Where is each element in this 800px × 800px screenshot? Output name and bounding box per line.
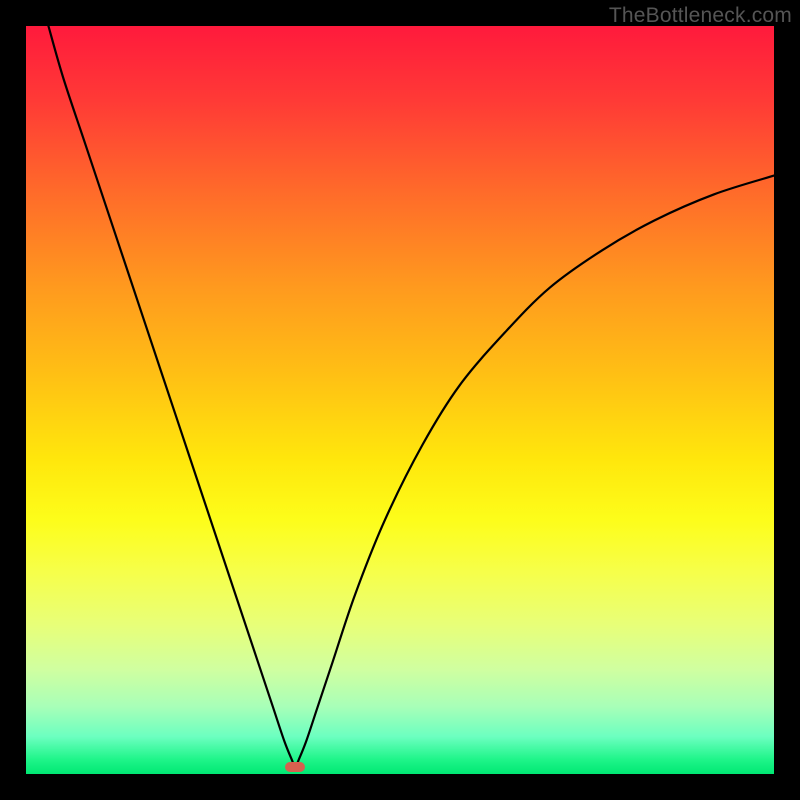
- chart-svg: [26, 26, 774, 774]
- bottleneck-curve: [48, 26, 774, 767]
- plot-area: [26, 26, 774, 774]
- minimum-marker: [285, 762, 305, 772]
- watermark-text: TheBottleneck.com: [609, 4, 792, 28]
